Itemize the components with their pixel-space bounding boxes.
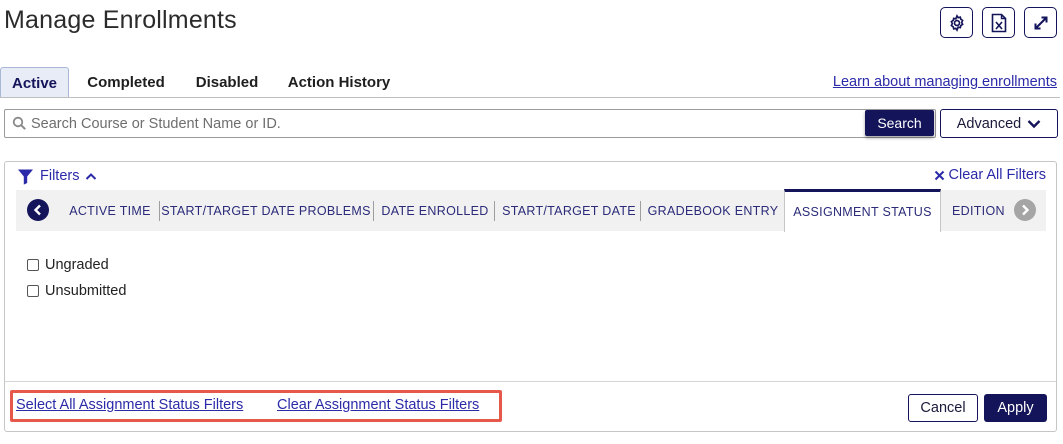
filters-label: Filters — [40, 168, 80, 184]
scroll-right-button[interactable] — [1014, 199, 1036, 221]
advanced-search-button[interactable]: Advanced — [940, 109, 1058, 138]
expand-button[interactable] — [1024, 7, 1057, 38]
search-box — [4, 109, 936, 138]
chevron-up-icon — [86, 172, 97, 180]
select-all-status-filters-link[interactable]: Select All Assignment Status Filters — [16, 397, 243, 413]
settings-button[interactable] — [940, 7, 973, 38]
gear-icon — [949, 13, 964, 32]
tab-separator — [640, 201, 641, 221]
export-excel-button[interactable] — [982, 7, 1015, 38]
tab-active[interactable]: Active — [0, 67, 69, 98]
tabs-divider — [0, 97, 1060, 98]
tab-completed[interactable]: Completed — [80, 67, 172, 98]
search-button[interactable]: Search — [865, 110, 934, 136]
chevron-down-icon — [1027, 119, 1041, 128]
page-title: Manage Enrollments — [4, 6, 237, 34]
ungraded-option[interactable]: Ungraded — [27, 257, 109, 273]
expand-icon — [1034, 16, 1047, 29]
search-input[interactable] — [31, 110, 861, 137]
filter-tab-gradebook-entry[interactable]: GRADEBOOK ENTRY — [644, 190, 782, 231]
filter-tab-edition[interactable]: EDITION — [946, 190, 1008, 231]
advanced-label: Advanced — [956, 115, 1022, 132]
clear-status-filters-link[interactable]: Clear Assignment Status Filters — [277, 397, 479, 413]
tab-separator — [159, 201, 160, 221]
unsubmitted-option[interactable]: Unsubmitted — [27, 283, 126, 299]
filters-toggle[interactable]: Filters — [17, 166, 97, 186]
filter-icon — [18, 169, 33, 185]
learn-enrollments-link[interactable]: Learn about managing enrollments — [833, 74, 1057, 90]
apply-button[interactable]: Apply — [984, 394, 1047, 422]
filters-panel: Filters Clear All Filters ACTIVE TIME ST… — [4, 161, 1057, 432]
cancel-button[interactable]: Cancel — [908, 394, 978, 422]
filter-category-tabs: ACTIVE TIME START/TARGET DATE PROBLEMS D… — [16, 189, 1046, 232]
clear-all-label: Clear All Filters — [948, 167, 1047, 183]
tab-separator — [373, 201, 374, 221]
ungraded-checkbox[interactable] — [27, 259, 39, 271]
filter-tab-date-enrolled[interactable]: DATE ENROLLED — [377, 190, 493, 231]
search-icon — [12, 116, 26, 130]
scroll-left-button[interactable] — [27, 199, 49, 221]
tab-disabled[interactable]: Disabled — [188, 67, 266, 98]
clear-all-filters-button[interactable]: Clear All Filters — [934, 167, 1047, 183]
chevron-right-icon — [1022, 204, 1030, 216]
chevron-left-icon — [33, 204, 41, 216]
tab-separator — [494, 201, 495, 221]
filter-tab-start-target-date[interactable]: START/TARGET DATE — [498, 190, 640, 231]
unsubmitted-checkbox[interactable] — [27, 285, 39, 297]
filter-tab-start-target-date-problems[interactable]: START/TARGET DATE PROBLEMS — [161, 190, 370, 231]
filter-tab-assignment-status[interactable]: ASSIGNMENT STATUS — [784, 189, 941, 232]
close-icon — [934, 170, 944, 180]
panel-footer-divider — [5, 381, 1056, 382]
unsubmitted-label: Unsubmitted — [45, 283, 127, 299]
filter-tab-active-time[interactable]: ACTIVE TIME — [58, 190, 162, 231]
ungraded-label: Ungraded — [45, 257, 109, 273]
excel-export-icon — [991, 13, 1006, 32]
tab-action-history[interactable]: Action History — [280, 67, 398, 98]
